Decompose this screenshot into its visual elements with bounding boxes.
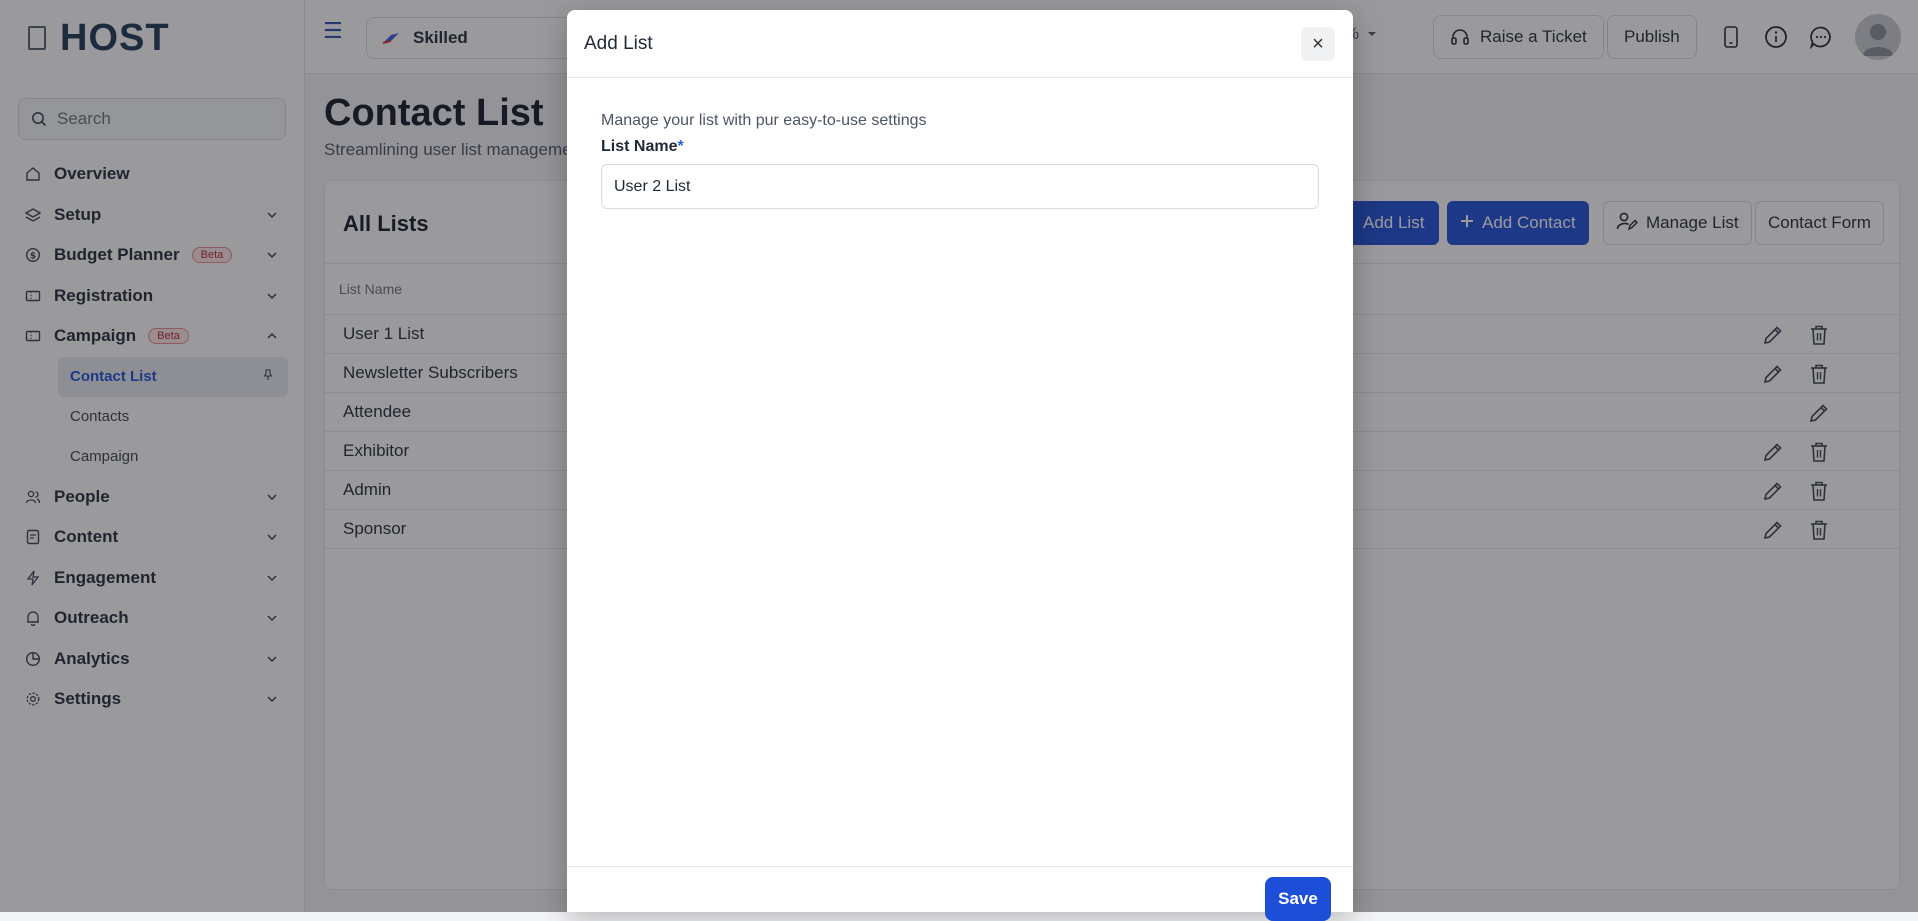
modal-footer: Save	[567, 866, 1353, 921]
close-button[interactable]: ×	[1301, 27, 1335, 61]
modal-body: Manage your list with pur easy-to-use se…	[567, 78, 1353, 209]
required-mark: *	[677, 138, 684, 155]
list-name-input[interactable]	[601, 164, 1319, 209]
save-button[interactable]: Save	[1265, 877, 1331, 921]
modal-description: Manage your list with pur easy-to-use se…	[601, 112, 927, 129]
list-name-label: List Name*	[601, 138, 1319, 156]
modal-header: Add List ×	[567, 10, 1353, 78]
add-list-modal: Add List × Manage your list with pur eas…	[567, 10, 1353, 921]
field-label-text: List Name	[601, 138, 678, 155]
modal-title: Add List	[584, 32, 653, 54]
close-icon: ×	[1312, 32, 1324, 55]
